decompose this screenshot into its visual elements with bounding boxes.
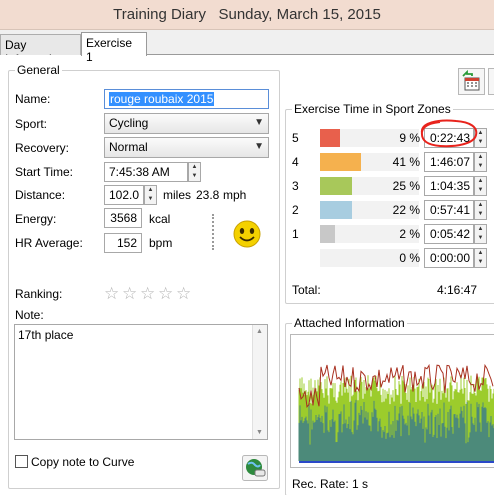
distance-spinner[interactable]: ▲ ▼ <box>144 185 157 205</box>
zone-time-field[interactable]: 1:04:35 <box>424 176 474 196</box>
globe-upload-icon[interactable] <box>242 455 268 481</box>
note-textarea[interactable]: 17th place ▲ ▼ <box>14 324 268 440</box>
smiley-icon[interactable] <box>232 219 262 249</box>
recovery-select[interactable]: Normal ▼ <box>104 137 269 158</box>
zone-percent: 22 % <box>392 203 420 217</box>
copy-note-checkbox[interactable] <box>15 455 28 468</box>
speed-unit: mph <box>223 188 247 202</box>
zone-percent: 2 % <box>399 227 420 241</box>
more-button[interactable] <box>488 68 494 95</box>
note-value: 17th place <box>18 328 74 342</box>
zone-time-value: 1:04:35 <box>429 179 470 193</box>
name-field[interactable]: rouge roubaix 2015 <box>104 89 269 109</box>
start-time-label: Start Time: <box>15 165 74 179</box>
start-time-field[interactable]: 7:45:38 AM <box>104 162 188 182</box>
start-time-spinner[interactable]: ▲ ▼ <box>188 162 201 182</box>
distance-unit: miles <box>163 188 192 202</box>
distance-field[interactable]: 102.0 <box>104 185 144 205</box>
sport-select[interactable]: Cycling ▼ <box>104 113 269 134</box>
zone-bar-fill <box>320 153 361 171</box>
calendar-button[interactable] <box>458 68 485 95</box>
attached-information-legend: Attached Information <box>294 316 405 330</box>
heart-rate-speed-chart <box>291 335 494 467</box>
star-icon[interactable]: ☆ <box>122 284 137 304</box>
zone-time-value: 1:46:07 <box>429 155 470 169</box>
copy-note-label: Copy note to Curve <box>31 455 135 469</box>
zone-number: 4 <box>292 155 299 169</box>
zone-time-value: 0:05:42 <box>429 227 470 241</box>
start-time-value: 7:45:38 AM <box>109 165 170 179</box>
exercise-panel: General Name: rouge roubaix 2015 Sport: … <box>0 55 494 495</box>
zone-percent: 9 % <box>399 131 420 145</box>
energy-unit: kcal <box>149 212 171 226</box>
zone-time-spinner[interactable]: ▲ ▼ <box>474 176 487 196</box>
name-value: rouge roubaix 2015 <box>109 92 215 106</box>
hr-average-label: HR Average: <box>15 236 83 250</box>
distance-label: Distance: <box>15 188 66 202</box>
annotation-circle <box>420 119 478 148</box>
zone-time-field[interactable]: 0:00:00 <box>424 248 474 268</box>
zone-time-spinner[interactable]: ▲ ▼ <box>474 224 487 244</box>
star-icon[interactable]: ☆ <box>140 284 155 304</box>
tab-exercise-1[interactable]: Exercise 1 <box>81 32 147 64</box>
energy-field[interactable]: 3568 <box>104 208 142 228</box>
calendar-icon <box>462 69 480 91</box>
zone-time-field[interactable]: 0:57:41 <box>424 200 474 220</box>
zone-number: 1 <box>292 227 299 241</box>
zone-bar-fill <box>320 201 352 219</box>
zone-percent: 41 % <box>392 155 420 169</box>
mood-slider[interactable] <box>212 214 218 250</box>
hr-average-field[interactable]: 152 <box>104 233 142 253</box>
note-scrollbar[interactable]: ▲ ▼ <box>252 325 267 439</box>
distance-value: 102.0 <box>109 188 140 202</box>
sport-label: Sport: <box>15 117 48 131</box>
tab-strip: Day Information Exercise 1 <box>0 30 494 66</box>
speed-value: 23.8 <box>196 188 220 202</box>
zone-time-field[interactable]: 0:05:42 <box>424 224 474 244</box>
zone-time-spinner[interactable]: ▲ ▼ <box>474 248 487 268</box>
attached-chart-frame[interactable] <box>290 334 494 468</box>
star-icon[interactable]: ☆ <box>104 284 119 304</box>
zone-bar-fill <box>320 129 340 147</box>
zone-time-spinner[interactable]: ▲ ▼ <box>474 200 487 220</box>
energy-label: Energy: <box>15 212 57 226</box>
zone-bar-fill <box>320 225 335 243</box>
name-label: Name: <box>15 92 51 106</box>
star-icon[interactable]: ☆ <box>158 284 173 304</box>
zone-percent: 0 % <box>399 251 420 265</box>
hr-unit: bpm <box>149 236 173 250</box>
zone-number: 3 <box>292 179 299 193</box>
chevron-down-icon: ▼ <box>254 141 264 152</box>
zone-time-field[interactable]: 1:46:07 <box>424 152 474 172</box>
recovery-value: Normal <box>109 140 148 154</box>
zone-number: 5 <box>292 131 299 145</box>
ranking-label: Ranking: <box>15 287 63 301</box>
tab-day-information[interactable]: Day Information <box>0 34 81 66</box>
note-label: Note: <box>15 308 44 322</box>
zone-bar-fill <box>320 177 352 195</box>
general-legend: General <box>17 63 60 77</box>
energy-value: 3568 <box>110 211 137 225</box>
window-title: Training Diary Sunday, March 15, 2015 <box>113 6 381 23</box>
sport-value: Cycling <box>109 116 149 130</box>
zone-time-value: 0:57:41 <box>429 203 470 217</box>
title-bar: Training Diary Sunday, March 15, 2015 <box>0 0 494 30</box>
star-icon[interactable]: ☆ <box>176 284 191 304</box>
chevron-down-icon: ▼ <box>254 117 264 128</box>
zone-time-value: 0:00:00 <box>429 251 470 265</box>
zone-number: 2 <box>292 203 299 217</box>
zone-time-spinner[interactable]: ▲ ▼ <box>474 152 487 172</box>
total-label: Total: <box>292 283 321 297</box>
total-value: 4:16:47 <box>437 283 478 297</box>
rec-rate-label: Rec. Rate: 1 s <box>292 477 369 491</box>
sport-zones-legend: Exercise Time in Sport Zones <box>294 102 451 116</box>
recovery-label: Recovery: <box>15 141 70 155</box>
hr-average-value: 152 <box>116 236 137 250</box>
zone-percent: 25 % <box>392 179 420 193</box>
